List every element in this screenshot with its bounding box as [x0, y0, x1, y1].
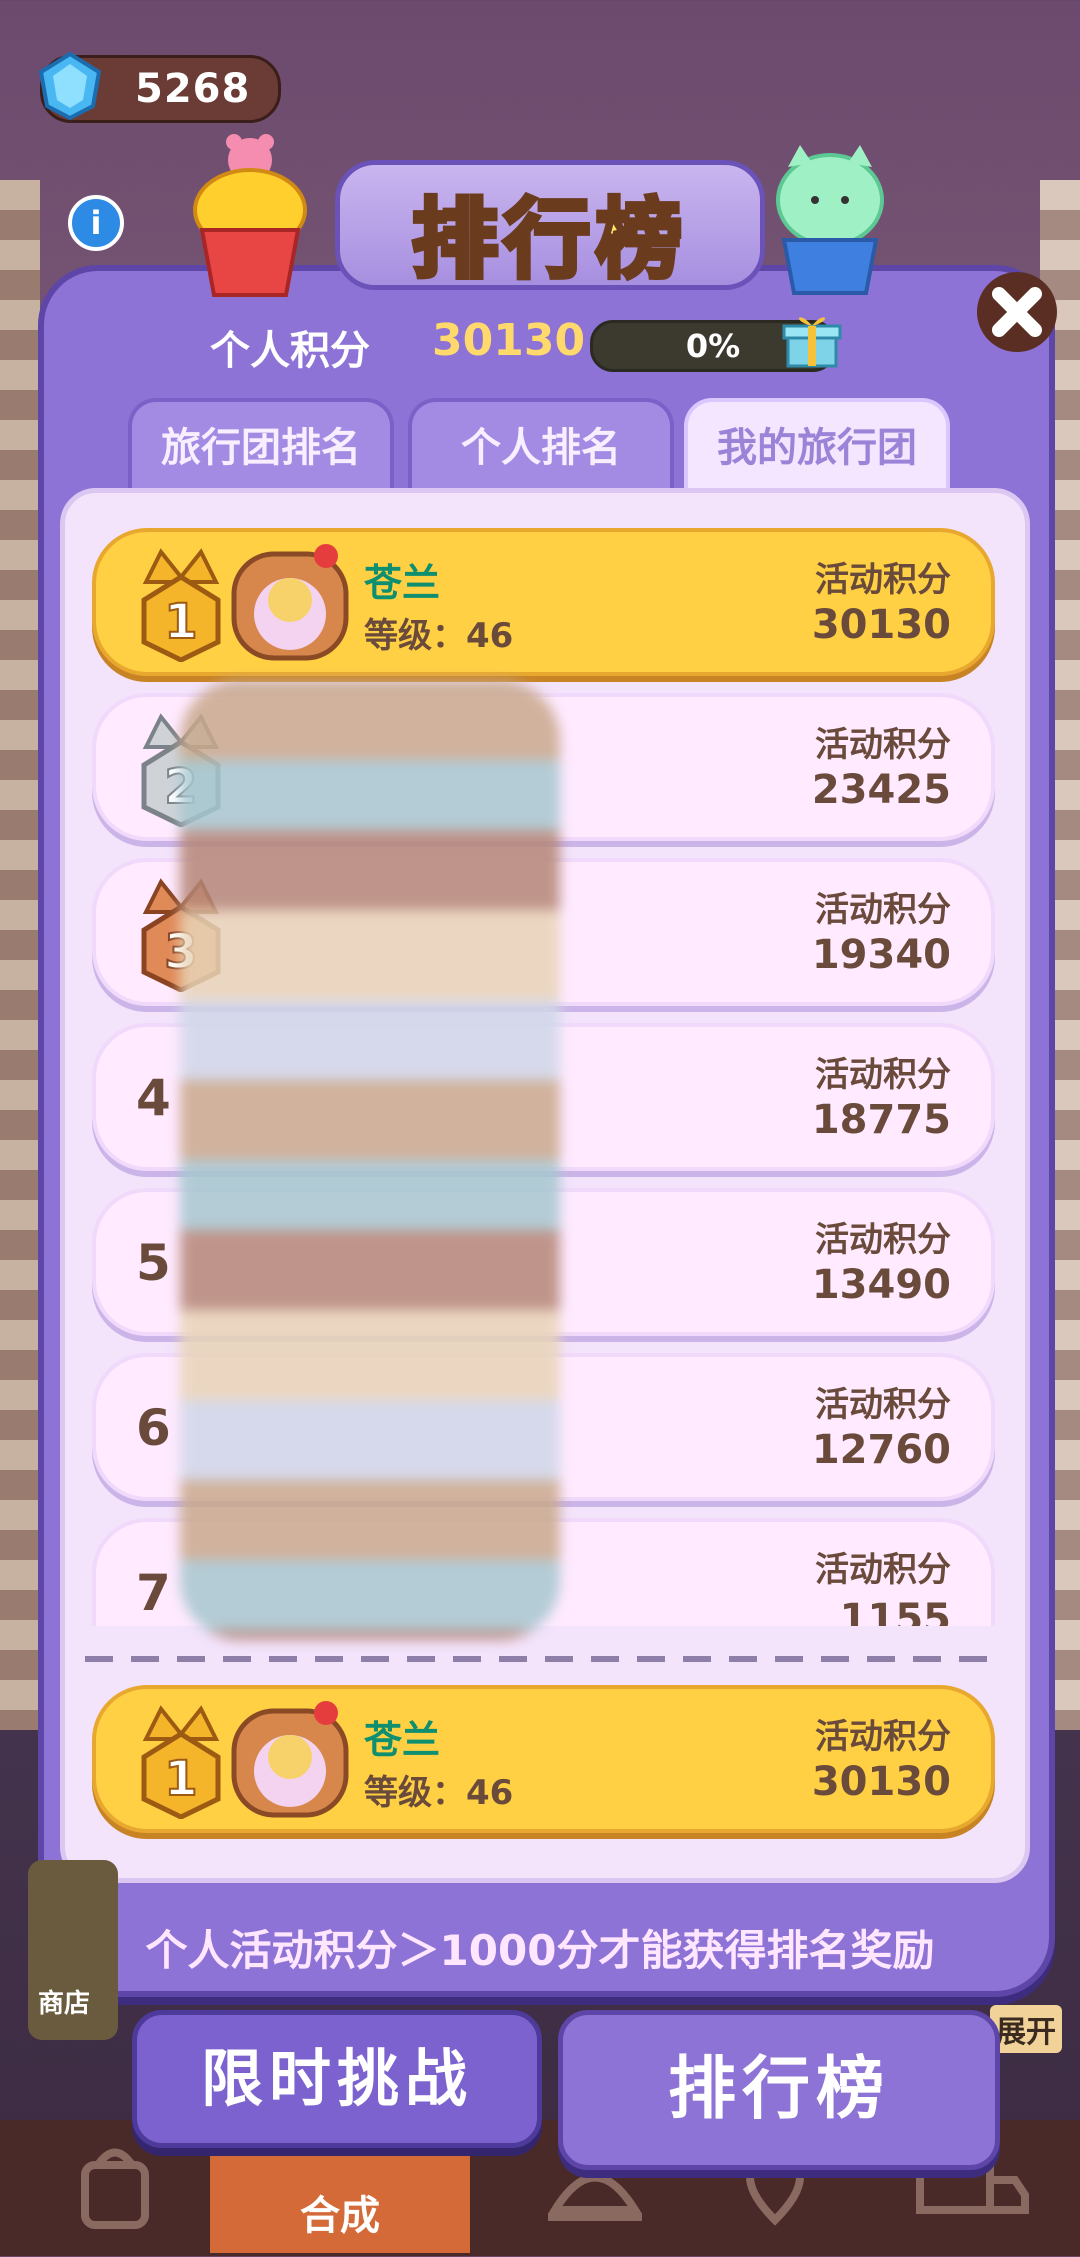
player-avatar [231, 1701, 349, 1818]
gem-counter: 5268 [38, 51, 281, 123]
rank-number: 5 [136, 1234, 171, 1292]
gem-icon [38, 51, 102, 121]
activity-score-label: 活动积分 [815, 560, 951, 600]
title-banner: 排行榜 [335, 160, 765, 293]
side-shop-label: 商店 [38, 1989, 91, 2019]
tab-team-ranking[interactable]: 旅行团排名 [128, 398, 394, 494]
activity-score-value: 18775 [811, 1097, 951, 1143]
my-rank-text: 1 [164, 1751, 197, 1807]
redacted-overlay [180, 680, 560, 1640]
activity-score-value: 30130 [811, 602, 951, 648]
rank-number: 4 [136, 1069, 171, 1127]
tab-personal-ranking[interactable]: 个人排名 [408, 398, 674, 494]
activity-score-value: 13490 [811, 1262, 951, 1308]
player-level: 等级：46 [364, 1773, 514, 1813]
limited-challenge-button[interactable]: 限时挑战 [132, 2010, 542, 2148]
activity-score-value: 19340 [811, 932, 951, 978]
player-avatar [231, 544, 349, 661]
player-name: 苍兰 [364, 1718, 441, 1762]
activity-score-value: 30130 [811, 1759, 951, 1805]
close-icon[interactable] [975, 270, 1060, 355]
activity-score-label: 活动积分 [815, 1220, 951, 1260]
gold-crown-rank-icon: 1 [141, 1705, 221, 1819]
player-name: 苍兰 [364, 561, 441, 605]
rank-number: 6 [136, 1399, 171, 1457]
gift-icon[interactable] [782, 310, 842, 370]
gem-count: 5268 [135, 66, 251, 112]
green-cat-cupcake-icon [776, 145, 884, 295]
leaderboard-button[interactable]: 排行榜 [558, 2010, 1000, 2170]
personal-score-value: 30130 [432, 315, 586, 366]
personal-score-label: 个人积分 [210, 328, 370, 374]
divider [85, 1656, 990, 1662]
info-icon[interactable]: i [68, 195, 124, 251]
background-left-decor [0, 180, 40, 1730]
my-ranking-row: 1 苍兰 等级：46 活动积分 30130 [92, 1685, 995, 1833]
activity-score-label: 活动积分 [815, 1055, 951, 1095]
gold-crown-rank-icon: 1 [141, 548, 221, 662]
rank-number: 7 [136, 1564, 171, 1622]
reward-condition-note: 个人活动积分＞1000分才能获得排名奖励 [145, 1926, 935, 1975]
rank-1-text: 1 [164, 594, 197, 650]
nav-merge-label: 合成 [300, 2193, 380, 2239]
expand-button[interactable]: 展开 [990, 2005, 1062, 2053]
activity-score-value: 23425 [811, 767, 951, 813]
tab-my-team[interactable]: 我的旅行团 [684, 398, 950, 494]
activity-score-label: 活动积分 [815, 1717, 951, 1757]
player-level: 等级：46 [364, 616, 514, 656]
ranking-row-1[interactable]: 1 苍兰 等级：46 活动积分 30130 [92, 528, 995, 676]
side-shop-button[interactable]: 商店 [28, 1860, 118, 2040]
activity-score-value: 12760 [811, 1427, 951, 1473]
activity-score-label: 活动积分 [815, 725, 951, 765]
page-title: 排行榜 [410, 188, 688, 293]
activity-score-label: 活动积分 [815, 1385, 951, 1425]
activity-score-value: 1155 [839, 1596, 951, 1626]
pink-bear-cupcake-icon [193, 134, 307, 297]
activity-score-label: 活动积分 [815, 1550, 951, 1590]
activity-score-label: 活动积分 [815, 890, 951, 930]
